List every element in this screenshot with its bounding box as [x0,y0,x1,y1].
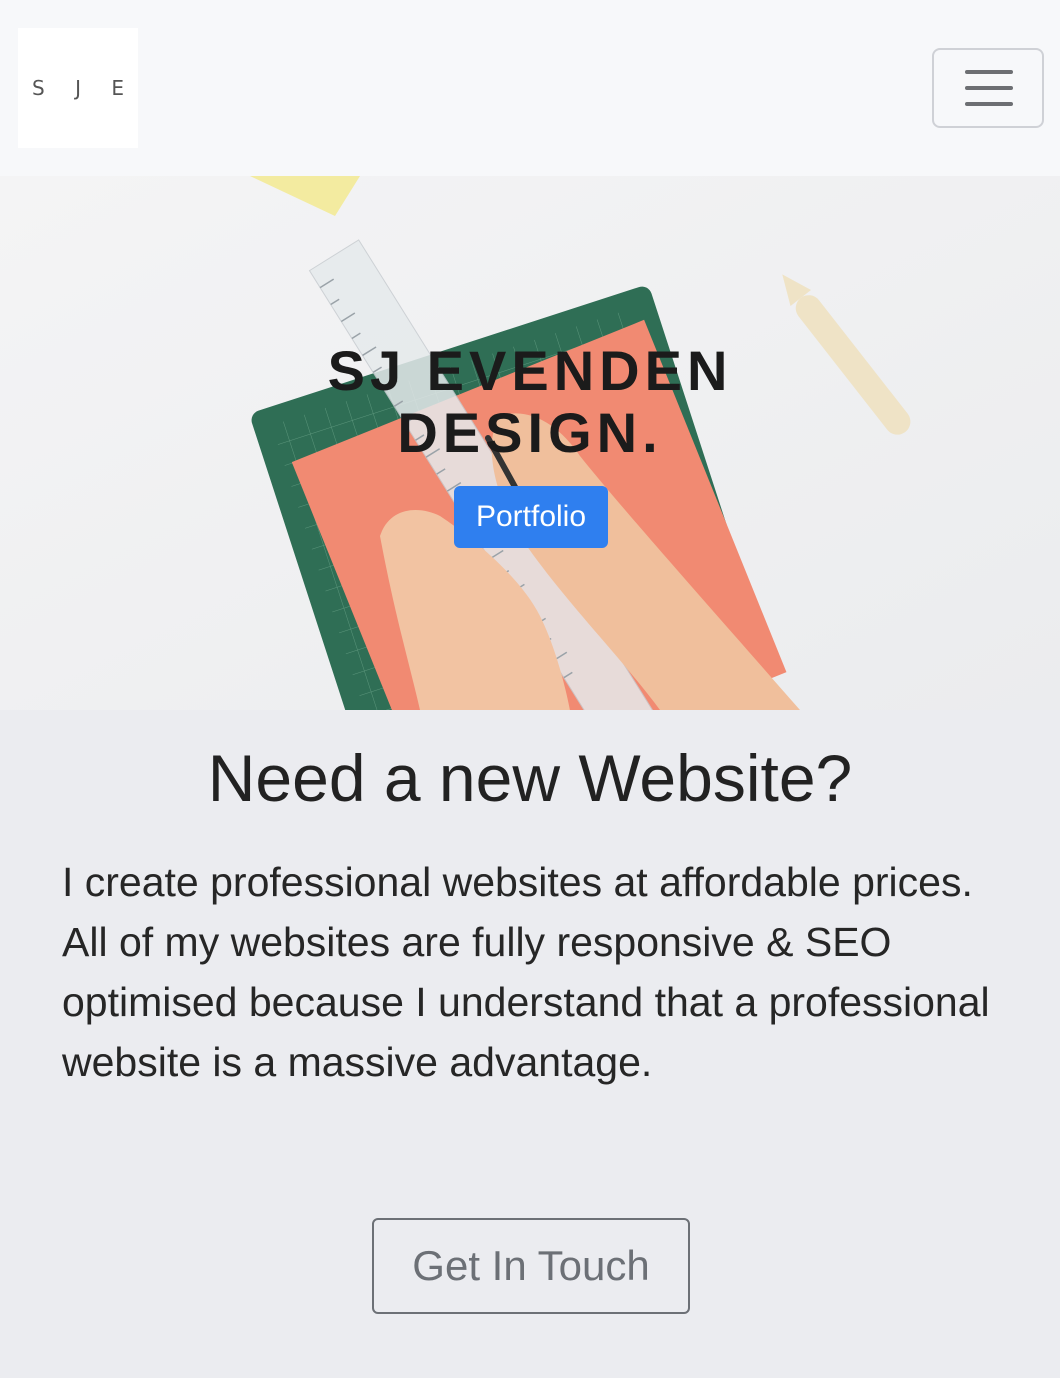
get-in-touch-button[interactable]: Get In Touch [372,1218,690,1314]
hero-title-line-2: DESIGN. [397,401,663,464]
logo-text: S J E [32,76,136,100]
hero-title-line-1: SJ EVENDEN [327,339,733,402]
navbar: S J E [0,0,1060,176]
section-heading: Need a new Website? [207,741,853,815]
hero-title: SJ EVENDEN DESIGN. [0,340,1060,464]
intro-paragraph: I create professional websites at afford… [62,859,990,1085]
portfolio-button[interactable]: Portfolio [454,486,608,548]
hero-section: SJ EVENDEN DESIGN. Portfolio [0,176,1060,710]
menu-toggle-button[interactable] [932,48,1044,128]
brand-logo[interactable]: S J E [18,28,138,148]
